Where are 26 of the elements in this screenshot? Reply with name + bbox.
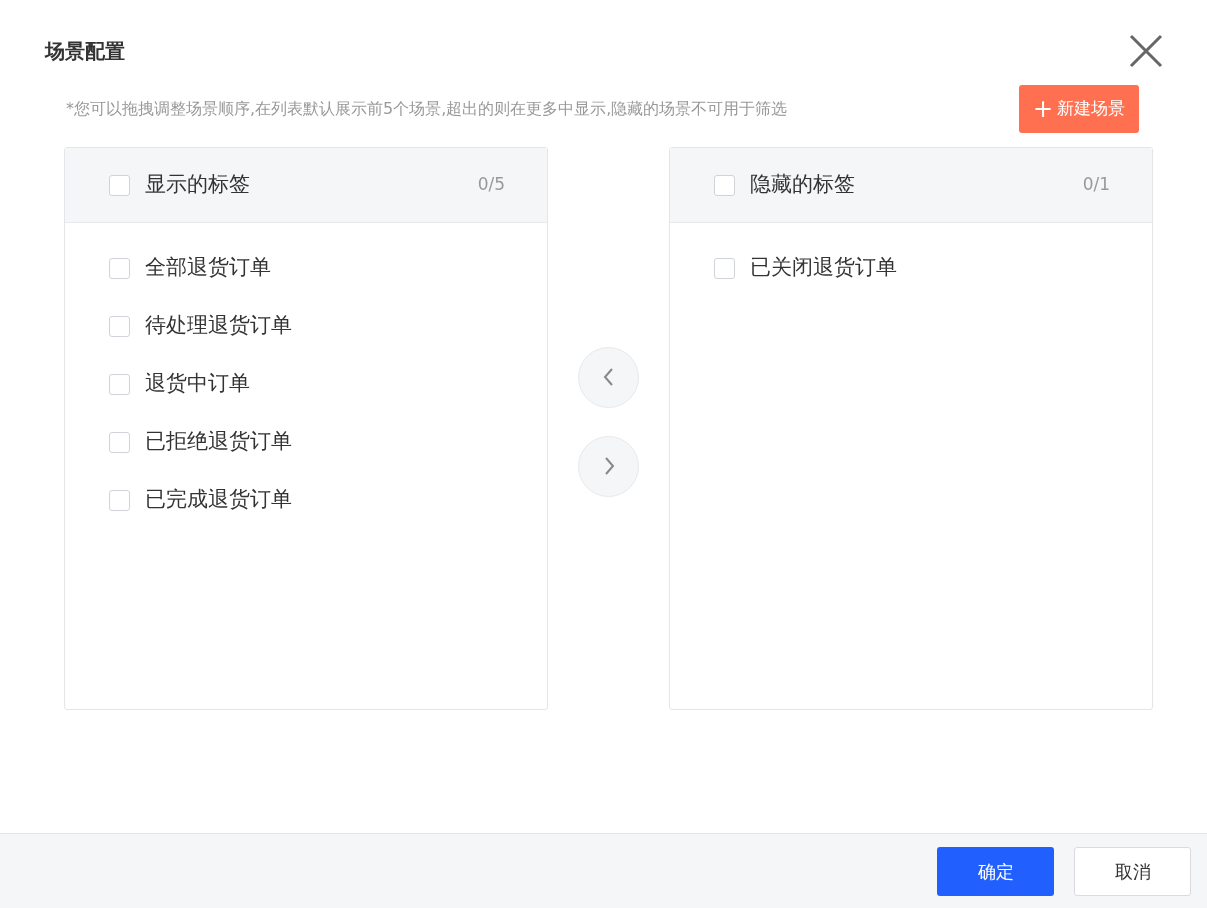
close-icon <box>1129 34 1163 68</box>
checkbox[interactable] <box>714 257 735 279</box>
hint-text: *您可以拖拽调整场景顺序,在列表默认展示前5个场景,超出的则在更多中显示,隐藏的场景不可用于筛选 <box>66 98 788 120</box>
list-item-label[interactable]: 退货中订单 <box>145 368 250 400</box>
checkbox[interactable] <box>109 174 130 196</box>
checkbox[interactable] <box>109 431 130 453</box>
list-item-label[interactable]: 待处理退货订单 <box>145 310 292 342</box>
panel-title: 显示的标签 <box>145 171 250 199</box>
chevron-left-icon <box>602 367 615 387</box>
checkbox[interactable] <box>714 174 735 196</box>
list-item-label[interactable]: 已关闭退货订单 <box>750 252 897 284</box>
close-button[interactable] <box>1129 34 1163 68</box>
list-item-label[interactable]: 已完成退货订单 <box>145 484 292 516</box>
chevron-right-icon <box>602 456 615 476</box>
item-count: 0/5 <box>477 173 505 197</box>
cancel-button[interactable]: 取消 <box>1074 846 1191 896</box>
confirm-button[interactable]: 确定 <box>937 846 1054 896</box>
panel-title: 隐藏的标签 <box>750 171 855 199</box>
list-item-label[interactable]: 已拒绝退货订单 <box>145 426 292 458</box>
checkbox[interactable] <box>109 489 130 511</box>
checkbox[interactable] <box>109 315 130 337</box>
item-count: 0/1 <box>1082 173 1110 197</box>
dialog-title: 场景配置 <box>45 38 125 65</box>
checkbox[interactable] <box>109 257 130 279</box>
checkbox[interactable] <box>109 373 130 395</box>
list-item-label[interactable]: 全部退货订单 <box>145 252 271 284</box>
